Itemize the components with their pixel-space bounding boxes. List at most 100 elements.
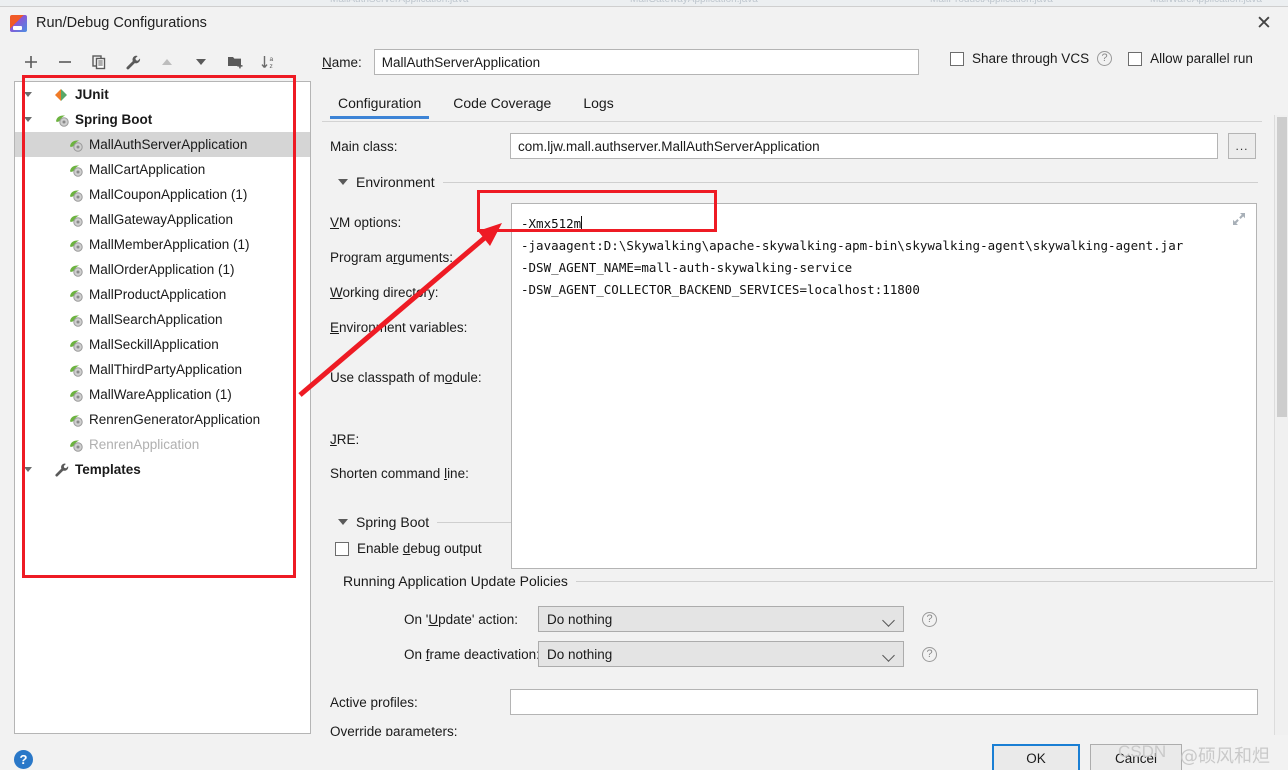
tree-item[interactable]: MallCouponApplication (1)	[15, 182, 310, 207]
tab-code-coverage[interactable]: Code Coverage	[437, 91, 567, 119]
move-down-button[interactable]	[184, 49, 218, 75]
on-frame-deactivation-help-icon[interactable]: ?	[922, 646, 937, 662]
tab-configuration[interactable]: Configuration	[322, 91, 437, 119]
vm-options-line: -DSW_AGENT_COLLECTOR_BACKEND_SERVICES=lo…	[521, 282, 920, 297]
section-divider	[442, 181, 1258, 183]
tree-item[interactable]: RenrenApplication	[15, 432, 310, 457]
chevron-down-icon[interactable]	[21, 457, 35, 482]
svg-text:z: z	[270, 63, 273, 70]
chevron-down-icon	[882, 649, 895, 662]
help-icon[interactable]: ?	[14, 750, 33, 769]
spring-boot-collapse-icon[interactable]	[338, 519, 348, 525]
tree-item-label: MallSearchApplication	[89, 311, 223, 327]
dialog-title: Run/Debug Configurations	[36, 15, 207, 31]
on-update-action-row: On 'Update' action: Do nothing ?	[404, 606, 937, 632]
environment-collapse-icon[interactable]	[338, 179, 348, 185]
tree-item[interactable]: RenrenGeneratorApplication	[15, 407, 310, 432]
enable-debug-output-row: Enable debug output	[335, 541, 482, 556]
run-debug-configurations-dialog: MallAuthServerApplication.java MallGatew…	[0, 0, 1288, 770]
spring-boot-icon	[67, 312, 86, 328]
tab-logs[interactable]: Logs	[567, 91, 629, 119]
allow-parallel-run-label: Allow parallel run	[1150, 51, 1253, 66]
spring-boot-section-title: Spring Boot	[356, 514, 430, 530]
arrow-down-icon	[193, 54, 209, 70]
tree-item[interactable]: MallSearchApplication	[15, 307, 310, 332]
tree-item[interactable]: MallAuthServerApplication	[15, 132, 310, 157]
scrollbar-thumb[interactable]	[1277, 117, 1287, 417]
enable-debug-output-checkbox[interactable]	[335, 541, 349, 556]
tree-item[interactable]: MallMemberApplication (1)	[15, 232, 310, 257]
spring-boot-icon	[67, 137, 86, 153]
tree-item[interactable]: MallThirdPartyApplication	[15, 357, 310, 382]
share-vcs-help-icon[interactable]: ?	[1097, 51, 1113, 66]
spring-boot-icon	[53, 112, 72, 128]
configuration-tabs: Configuration Code Coverage Logs	[322, 91, 1282, 119]
new-folder-button[interactable]	[218, 49, 252, 75]
dialog-window: Run/Debug Configurations ✕ a z JUnit Spr…	[0, 6, 1288, 770]
tree-item-label: MallMemberApplication (1)	[89, 236, 250, 252]
on-frame-deactivation-select[interactable]: Do nothing	[538, 641, 904, 667]
allow-parallel-run-checkbox[interactable]	[1128, 51, 1143, 66]
environment-variables-label: Environment variables:	[330, 320, 468, 335]
add-configuration-button[interactable]	[14, 49, 48, 75]
tree-item-label: RenrenGeneratorApplication	[89, 411, 261, 427]
junit-icon	[53, 87, 72, 103]
move-up-button[interactable]	[150, 49, 184, 75]
right-pane-scrollbar[interactable]	[1274, 115, 1288, 735]
expand-icon[interactable]	[1232, 212, 1246, 226]
cancel-button[interactable]: Cancel	[1090, 744, 1182, 770]
active-profiles-input[interactable]	[510, 689, 1258, 715]
configurations-tree[interactable]: JUnit Spring Boot MallAuthServerApplicatio…	[14, 81, 311, 734]
tree-item-label: MallSeckillApplication	[89, 336, 219, 352]
name-input[interactable]	[373, 49, 919, 75]
chevron-down-icon[interactable]	[21, 107, 35, 132]
spring-boot-icon	[67, 337, 86, 353]
close-icon[interactable]: ✕	[1254, 13, 1274, 33]
spring-boot-icon	[67, 262, 86, 278]
override-parameters-label: Override parameters:	[330, 724, 458, 736]
enable-debug-output-label: Enable debug output	[357, 541, 482, 556]
tabs-divider	[322, 121, 1262, 122]
sort-button[interactable]: a z	[252, 49, 286, 75]
main-class-label: Main class:	[330, 138, 398, 154]
remove-configuration-button[interactable]	[48, 49, 82, 75]
tree-item[interactable]: MallCartApplication	[15, 157, 310, 182]
main-class-input[interactable]	[510, 133, 1218, 159]
vm-options-textarea[interactable]: -Xmx512m -javaagent:D:\Skywalking\apache…	[511, 203, 1257, 569]
tree-item[interactable]: MallGatewayApplication	[15, 207, 310, 232]
section-divider	[575, 580, 1273, 582]
arrow-up-icon	[159, 54, 175, 70]
tree-item-label: MallWareApplication (1)	[89, 386, 232, 402]
dialog-footer: ? OK Cancel	[0, 740, 1288, 770]
on-update-action-label: On 'Update' action:	[404, 611, 518, 627]
ok-button[interactable]: OK	[992, 744, 1080, 770]
active-profiles-row: Active profiles:	[330, 689, 1280, 715]
jre-label: JRE:	[330, 432, 360, 447]
use-classpath-of-module-label: Use classpath of module:	[330, 370, 482, 385]
copy-configuration-button[interactable]	[82, 49, 116, 75]
spring-boot-icon	[67, 287, 86, 303]
on-update-action-value: Do nothing	[547, 611, 613, 627]
share-through-vcs-checkbox[interactable]	[950, 51, 964, 66]
on-update-action-select[interactable]: Do nothing	[538, 606, 904, 632]
svg-text:a: a	[270, 56, 274, 63]
chevron-down-icon[interactable]	[21, 82, 35, 107]
share-through-vcs-label: Share through VCS	[972, 51, 1090, 66]
edit-templates-button[interactable]	[116, 49, 150, 75]
tree-item[interactable]: Templates	[15, 457, 310, 482]
on-update-action-help-icon[interactable]: ?	[922, 611, 937, 627]
spring-boot-section-header: Spring Boot	[338, 514, 516, 530]
dialog-titlebar: Run/Debug Configurations ✕	[0, 7, 1288, 39]
tree-item[interactable]: MallSeckillApplication	[15, 332, 310, 357]
tree-item[interactable]: MallProductApplication	[15, 282, 310, 307]
tree-item[interactable]: MallOrderApplication (1)	[15, 257, 310, 282]
section-divider	[437, 521, 516, 523]
tree-item[interactable]: Spring Boot	[15, 107, 310, 132]
main-class-browse-button[interactable]: ...	[1228, 133, 1256, 159]
tree-item-label: MallCartApplication	[89, 161, 206, 177]
tree-item[interactable]: JUnit	[15, 82, 310, 107]
tree-item[interactable]: MallWareApplication (1)	[15, 382, 310, 407]
spring-boot-icon	[67, 212, 86, 228]
wrench-icon	[53, 462, 72, 478]
spring-boot-icon	[67, 362, 86, 378]
